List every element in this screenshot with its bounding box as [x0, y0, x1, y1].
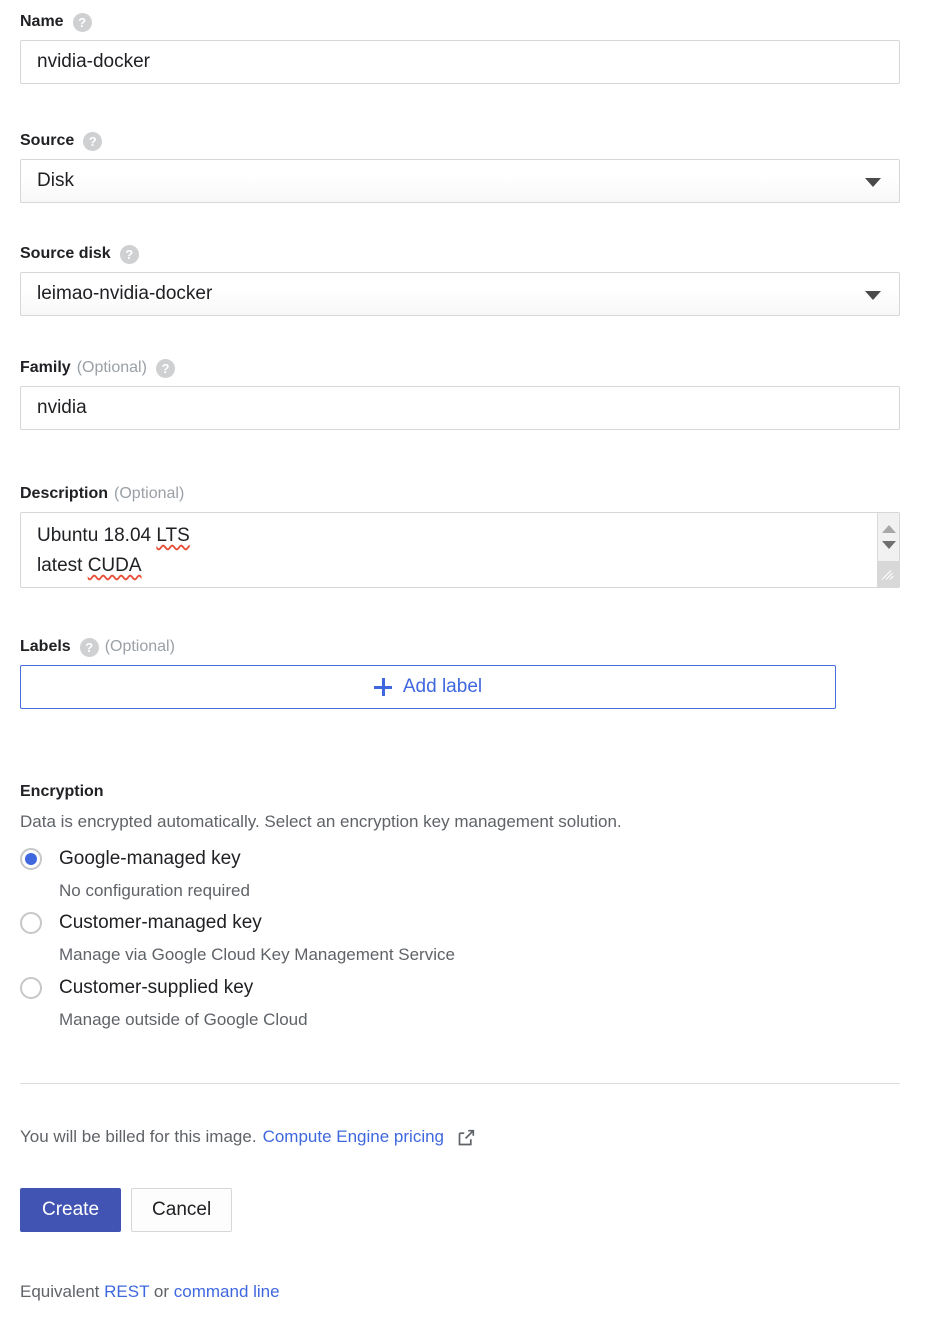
description-textarea[interactable]: Ubuntu 18.04 LTS latest CUDA [20, 512, 900, 588]
source-disk-select[interactable]: leimao-nvidia-docker [20, 272, 900, 316]
chevron-down-icon [865, 291, 881, 300]
equivalent-rest-link[interactable]: REST [104, 1282, 149, 1301]
help-circle-icon[interactable]: ? [155, 358, 175, 378]
create-button[interactable]: Create [20, 1188, 122, 1232]
description-textarea-text: Ubuntu 18.04 LTS latest CUDA [21, 513, 861, 581]
field-labels: Labels ? (Optional) Add label [20, 637, 836, 709]
radio-option-customer-supplied-key[interactable]: Customer-supplied key [20, 977, 253, 999]
description-optional-label: (Optional) [114, 485, 185, 502]
equivalent-prefix: Equivalent [20, 1282, 100, 1301]
source-disk-label: Source disk [20, 245, 111, 262]
equivalent-command-line-link[interactable]: command line [174, 1282, 280, 1301]
help-circle-icon[interactable]: ? [83, 131, 103, 151]
radio-button-customer-supplied-key[interactable] [20, 977, 42, 999]
radio-sub-customer-managed-key: Manage via Google Cloud Key Management S… [59, 945, 455, 964]
family-label-row: Family (Optional) ? [20, 358, 900, 378]
plus-icon [373, 678, 392, 696]
help-circle-icon[interactable]: ? [72, 12, 92, 32]
create-image-form: Name ? nvidia-docker Source ? Disk Sourc… [0, 0, 926, 1326]
family-label: Family [20, 359, 71, 376]
labels-label: Labels [20, 638, 71, 655]
equivalent-links: Equivalent REST or command line [20, 1282, 280, 1302]
labels-label-row: Labels ? (Optional) [20, 637, 836, 657]
radio-label-customer-managed-key: Customer-managed key [59, 912, 262, 933]
equivalent-or: or [153, 1282, 170, 1301]
name-label: Name [20, 13, 64, 30]
description-line-1: Ubuntu 18.04 LTS [37, 521, 845, 551]
field-description: Description (Optional) Ubuntu 18.04 LTS … [20, 484, 900, 588]
radio-button-google-managed-key[interactable] [20, 848, 42, 870]
chevron-down-icon [865, 178, 881, 187]
encryption-section-description: Data is encrypted automatically. Select … [20, 812, 622, 831]
field-family: Family (Optional) ? nvidia [20, 358, 900, 430]
add-label-button[interactable]: Add label [20, 665, 836, 709]
billing-text: You will be billed for this image. [20, 1127, 257, 1146]
description-line-2-plain: latest [37, 555, 88, 576]
labels-optional-label: (Optional) [104, 638, 175, 655]
add-label-button-text: Add label [402, 676, 483, 697]
radio-sub-customer-supplied-key: Manage outside of Google Cloud [59, 1010, 308, 1029]
radio-sub-google-managed-key: No configuration required [59, 881, 250, 900]
source-select-value: Disk [37, 170, 74, 191]
scroll-down-arrow-icon[interactable] [881, 541, 896, 549]
external-link-icon [458, 1129, 475, 1146]
description-line-2: latest CUDA [37, 551, 845, 581]
source-label-row: Source ? [20, 131, 900, 151]
section-divider [20, 1083, 900, 1084]
billing-notice: You will be billed for this image. Compu… [20, 1127, 475, 1147]
cancel-button[interactable]: Cancel [131, 1188, 233, 1232]
field-name: Name ? nvidia-docker [20, 12, 900, 84]
encryption-section-title: Encryption [20, 783, 104, 800]
family-optional-label: (Optional) [76, 359, 147, 376]
compute-engine-pricing-link[interactable]: Compute Engine pricing [263, 1127, 444, 1147]
description-label-row: Description (Optional) [20, 484, 900, 504]
family-input[interactable]: nvidia [20, 386, 900, 430]
resize-grip-icon[interactable] [877, 561, 899, 587]
name-input[interactable]: nvidia-docker [20, 40, 900, 84]
source-select[interactable]: Disk [20, 159, 900, 203]
description-line-2-misspelled: CUDA [87, 555, 142, 576]
source-disk-label-row: Source disk ? [20, 244, 900, 264]
help-circle-icon[interactable]: ? [79, 637, 99, 657]
help-circle-icon[interactable]: ? [119, 244, 139, 264]
field-source-disk: Source disk ? leimao-nvidia-docker [20, 244, 900, 316]
source-disk-select-value: leimao-nvidia-docker [37, 283, 213, 304]
form-actions: Create Cancel [20, 1188, 233, 1232]
radio-button-customer-managed-key[interactable] [20, 912, 42, 934]
radio-option-customer-managed-key[interactable]: Customer-managed key [20, 912, 262, 934]
radio-option-google-managed-key[interactable]: Google-managed key [20, 848, 241, 870]
radio-label-google-managed-key: Google-managed key [59, 848, 241, 869]
description-line-1-misspelled: LTS [156, 525, 190, 546]
description-line-1-plain: Ubuntu 18.04 [37, 525, 157, 546]
scroll-up-arrow-icon[interactable] [881, 525, 896, 533]
source-label: Source [20, 132, 75, 149]
radio-label-customer-supplied-key: Customer-supplied key [59, 977, 254, 998]
description-label: Description [20, 485, 109, 502]
name-label-row: Name ? [20, 12, 900, 32]
field-source: Source ? Disk [20, 131, 900, 203]
